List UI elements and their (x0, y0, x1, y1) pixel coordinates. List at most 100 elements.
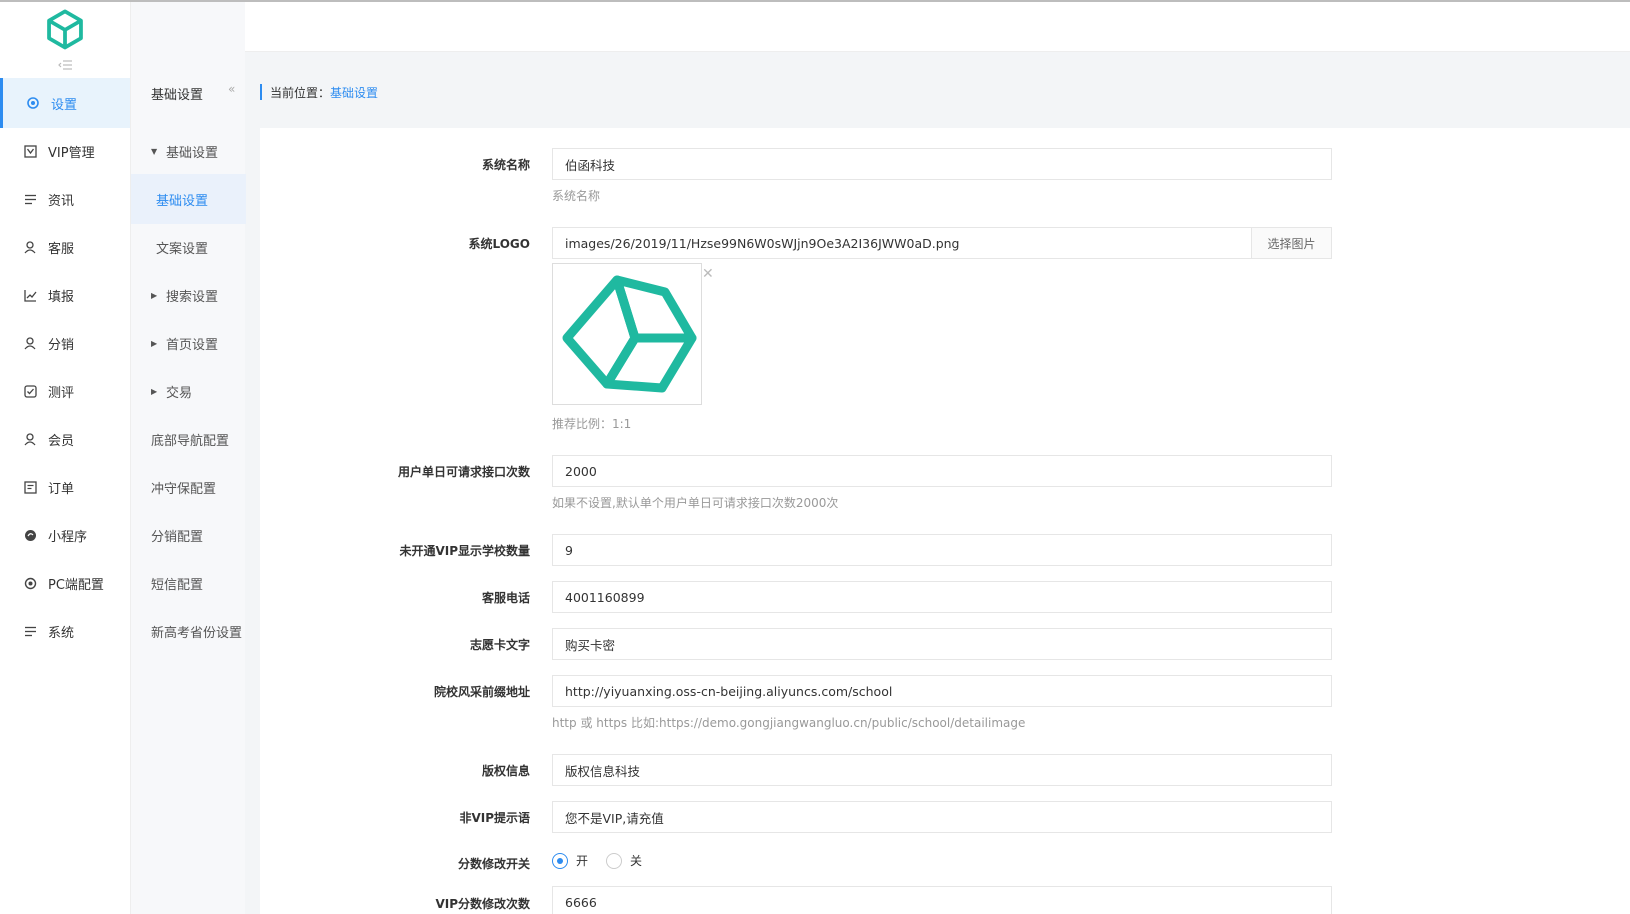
miniapp-icon (22, 527, 38, 543)
school-prefix-input[interactable]: http://yiyuanxing.oss-cn-beijing.aliyunc… (552, 675, 1332, 707)
subnav-label: 文案设置 (156, 241, 209, 257)
order-icon (22, 479, 38, 495)
radio-unchecked-icon (606, 852, 622, 869)
sidebar-item-label: 测评 (48, 385, 75, 401)
sidebar-item-miniapp[interactable]: 小程序 (0, 510, 130, 560)
sidebar-item-distribution[interactable]: 分销 (0, 318, 130, 368)
daily-limit-input[interactable]: 2000 (552, 455, 1332, 487)
subnav-item-bottom-nav[interactable]: 底部导航配置 (131, 414, 246, 464)
vip-score-times-value: 6666 (565, 894, 597, 910)
subnav-label: 基础设置 (166, 145, 219, 161)
collapse-menu-icon[interactable] (58, 60, 74, 72)
copyright-value: 版权信息科技 (565, 763, 641, 779)
choose-image-button[interactable]: 选择图片 (1251, 228, 1331, 258)
sidebar-item-settings[interactable]: 设置 (0, 78, 130, 128)
score-switch-on-radio[interactable]: 开 (552, 852, 588, 869)
subnav-label: 首页设置 (166, 337, 219, 353)
subnav-item-copy-settings[interactable]: 文案设置 (131, 222, 246, 272)
vip-score-times-label: VIP分数修改次数 (435, 897, 530, 911)
radio-checked-icon (552, 852, 568, 869)
user-icon (22, 431, 38, 447)
non-vip-schools-label: 未开通VIP显示学校数量 (399, 544, 530, 558)
service-phone-input[interactable]: 4001160899 (552, 581, 1332, 613)
gear-icon (25, 95, 41, 111)
user-icon (22, 335, 38, 351)
sidebar-item-label: 会员 (48, 433, 75, 449)
system-logo-path-input[interactable]: images/26/2019/11/Hzse99N6W0sWJjn9Oe3A2I… (552, 227, 1332, 259)
sidebar-item-vip[interactable]: VIP管理 (0, 126, 130, 176)
sidebar-item-orders[interactable]: 订单 (0, 462, 130, 512)
radio-off-label: 关 (630, 854, 643, 868)
school-prefix-label: 院校风采前缀地址 (433, 685, 530, 699)
non-vip-schools-value: 9 (565, 542, 573, 558)
caret-right-icon: ▶ (151, 290, 158, 300)
daily-limit-value: 2000 (565, 463, 597, 479)
non-vip-tip-value: 您不是VIP,请充值 (565, 810, 664, 826)
chart-icon (22, 287, 38, 303)
subnav-group-search[interactable]: ▶ 搜索设置 (131, 270, 246, 320)
app-logo[interactable] (44, 8, 86, 50)
gear-icon (22, 575, 38, 591)
breadcrumb-prefix: 当前位置： (270, 85, 331, 100)
subnav-item-guarantee[interactable]: 冲守保配置 (131, 462, 246, 512)
sidebar-item-label: 填报 (48, 289, 75, 305)
subnav-group-trade[interactable]: ▶ 交易 (131, 366, 246, 416)
card-text-input[interactable]: 购买卡密 (552, 628, 1332, 660)
subnav-item-basic-settings[interactable]: 基础设置 (131, 174, 246, 224)
card-text-label: 志愿卡文字 (469, 638, 530, 652)
sidebar-item-label: 资讯 (48, 193, 75, 209)
sidebar-item-label: PC端配置 (48, 577, 104, 593)
non-vip-schools-input[interactable]: 9 (552, 534, 1332, 566)
copyright-input[interactable]: 版权信息科技 (552, 754, 1332, 786)
card-text-value: 购买卡密 (565, 637, 616, 653)
system-logo-help: 推荐比例：1:1 (552, 417, 632, 431)
sidebar-item-label: 小程序 (48, 529, 88, 545)
caret-right-icon: ▶ (151, 386, 158, 396)
sidebar-item-label: VIP管理 (48, 145, 95, 161)
score-switch-off-radio[interactable]: 关 (606, 852, 642, 869)
sidebar-item-label: 设置 (51, 97, 78, 113)
daily-limit-help: 如果不设置,默认单个用户单日可请求接口次数2000次 (552, 496, 839, 510)
sidebar-item-fill[interactable]: 填报 (0, 270, 130, 320)
school-prefix-value: http://yiyuanxing.oss-cn-beijing.aliyunc… (565, 683, 893, 699)
secondary-sidebar: 基础设置 « ▼ 基础设置 基础设置 文案设置 ▶ 搜索设置 ▶ 首页设置 ▶ … (130, 2, 246, 914)
sidebar-item-pc-config[interactable]: PC端配置 (0, 558, 130, 608)
subnav-label: 交易 (166, 385, 193, 401)
sidebar-item-members[interactable]: 会员 (0, 414, 130, 464)
system-name-input[interactable]: 伯函科技 (552, 148, 1332, 180)
subnav-label: 分销配置 (151, 529, 204, 545)
remove-logo-icon[interactable]: ✕ (702, 266, 714, 282)
subnav-group-home[interactable]: ▶ 首页设置 (131, 318, 246, 368)
vip-score-times-input[interactable]: 6666 (552, 886, 1332, 914)
subnav-group-basic[interactable]: ▼ 基础设置 (131, 126, 246, 176)
vip-icon (22, 143, 38, 159)
sidebar-item-assessment[interactable]: 测评 (0, 366, 130, 416)
copyright-label: 版权信息 (481, 764, 530, 778)
service-phone-value: 4001160899 (565, 589, 645, 605)
caret-right-icon: ▶ (151, 338, 158, 348)
subnav-item-sms[interactable]: 短信配置 (131, 558, 246, 608)
subnav-title: 基础设置 (151, 88, 204, 103)
caret-down-icon: ▼ (151, 146, 158, 156)
daily-limit-label: 用户单日可请求接口次数 (397, 465, 530, 479)
logo-preview-image (552, 263, 702, 405)
non-vip-tip-input[interactable]: 您不是VIP,请充值 (552, 801, 1332, 833)
sidebar-item-news[interactable]: 资讯 (0, 174, 130, 224)
subnav-item-gaokao-province[interactable]: 新高考省份设置 (131, 606, 246, 656)
system-logo-label: 系统LOGO (468, 237, 530, 251)
sidebar-item-service[interactable]: 客服 (0, 222, 130, 272)
system-logo-path-value: images/26/2019/11/Hzse99N6W0sWJjn9Oe3A2I… (565, 235, 960, 251)
breadcrumb-current-link[interactable]: 基础设置 (330, 84, 378, 101)
sidebar-item-system[interactable]: 系统 (0, 606, 130, 656)
subnav-item-distribution[interactable]: 分销配置 (131, 510, 246, 560)
user-icon (22, 239, 38, 255)
collapse-subnav-icon[interactable]: « (228, 82, 235, 96)
subnav-label: 新高考省份设置 (151, 625, 243, 641)
list-icon (22, 191, 38, 207)
subnav-label: 冲守保配置 (151, 481, 217, 497)
sidebar-item-label: 分销 (48, 337, 75, 353)
list-icon (22, 623, 38, 639)
radio-on-label: 开 (576, 854, 589, 868)
subnav-label: 搜索设置 (166, 289, 219, 305)
system-name-help: 系统名称 (552, 189, 601, 203)
